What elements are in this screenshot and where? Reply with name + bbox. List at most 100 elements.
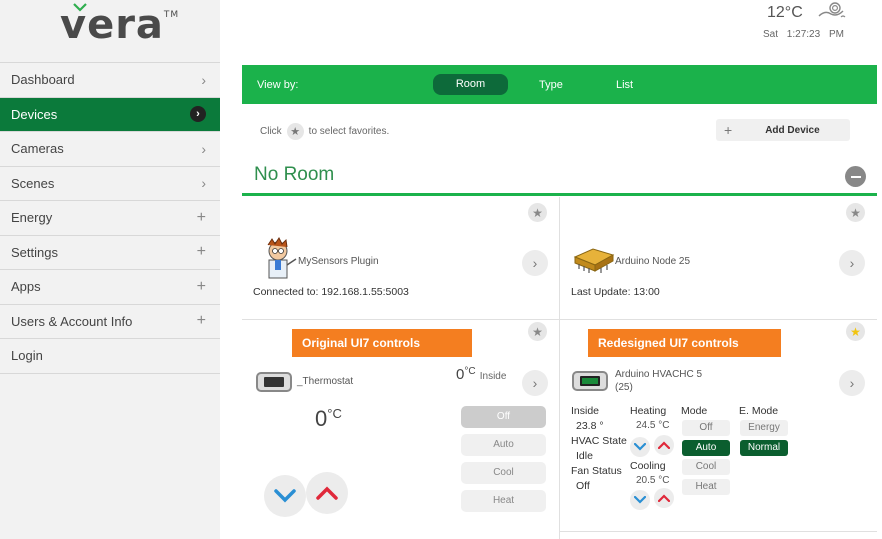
plus-icon: + bbox=[196, 312, 206, 330]
setpoint-unit: °C bbox=[327, 406, 342, 421]
favorite-star-icon[interactable]: ★ bbox=[528, 203, 547, 222]
chevron-down-icon bbox=[634, 496, 646, 504]
collapse-room-button[interactable] bbox=[845, 166, 866, 187]
heating-up-button[interactable] bbox=[654, 435, 674, 455]
device-details-button[interactable]: › bbox=[522, 370, 548, 396]
device-name: _Thermostat bbox=[297, 376, 354, 387]
device-meta: Connected to: 192.168.1.55:5003 bbox=[253, 286, 409, 298]
tab-type[interactable]: Type bbox=[539, 79, 563, 91]
setpoint-value: 0 bbox=[315, 406, 328, 431]
hvac-mode-auto-button[interactable]: Auto bbox=[682, 440, 730, 456]
tab-room[interactable]: Room bbox=[433, 74, 508, 95]
sidebar-menu: Dashboard › Devices › Cameras › Scenes › Ene… bbox=[0, 62, 220, 374]
inside-label: Inside bbox=[479, 371, 507, 382]
device-name: Arduino HVACHC 5 bbox=[615, 369, 703, 380]
trademark: TM bbox=[163, 10, 180, 20]
meta-label: Last Update: bbox=[571, 286, 631, 298]
device-name: Arduino Node 25 bbox=[615, 256, 691, 267]
minus-icon bbox=[850, 175, 861, 178]
sidebar-item-devices[interactable]: Devices › bbox=[0, 97, 220, 132]
plus-icon: + bbox=[196, 243, 206, 261]
chevron-right-icon: › bbox=[201, 175, 206, 192]
sidebar-item-label: Devices bbox=[11, 106, 58, 122]
inside-value: 23.8 ° bbox=[576, 420, 604, 432]
emode-label: E. Mode bbox=[739, 405, 779, 417]
device-details-button[interactable]: › bbox=[522, 250, 548, 276]
hvac-state-label: HVAC State bbox=[571, 435, 627, 447]
device-details-button[interactable]: › bbox=[839, 250, 865, 276]
mode-heat-button[interactable]: Heat bbox=[461, 490, 546, 512]
sidebar-item-cameras[interactable]: Cameras › bbox=[0, 132, 220, 167]
cooling-value: 20.5 °C bbox=[636, 475, 670, 486]
increase-setpoint-button[interactable] bbox=[306, 472, 348, 514]
emode-normal-button[interactable]: Normal bbox=[740, 440, 788, 456]
sidebar-item-label: Scenes bbox=[11, 175, 55, 191]
chevron-up-icon bbox=[658, 494, 670, 502]
sidebar-item-label: Login bbox=[11, 348, 43, 364]
sidebar-item-settings[interactable]: Settings + bbox=[0, 236, 220, 270]
sidebar-item-users-account-info[interactable]: Users & Account Info + bbox=[0, 305, 220, 339]
sidebar-item-scenes[interactable]: Scenes › bbox=[0, 167, 220, 201]
add-device-button[interactable]: + Add Device bbox=[716, 119, 850, 141]
sidebar-item-label: Settings bbox=[11, 244, 58, 260]
favorites-hint-after: to select favorites. bbox=[308, 126, 390, 137]
cloud-wind-icon bbox=[818, 2, 846, 18]
mode-label: Mode bbox=[681, 405, 708, 417]
tab-list[interactable]: List bbox=[616, 79, 633, 91]
device-card-hvac: Redesigned UI7 controls ★ Arduino HVACHC… bbox=[560, 320, 877, 532]
chevron-right-circle-icon: › bbox=[190, 106, 206, 123]
cooling-down-button[interactable] bbox=[630, 490, 650, 510]
room-divider bbox=[242, 193, 877, 196]
heating-down-button[interactable] bbox=[630, 437, 650, 457]
device-card-arduino-node: ★ Arduino Node 25 › Last Update: 13:00 bbox=[560, 197, 877, 320]
plus-icon: + bbox=[196, 277, 206, 295]
favorites-hint-before: Click bbox=[260, 126, 282, 137]
heating-value: 24.5 °C bbox=[636, 420, 670, 431]
decrease-setpoint-button[interactable] bbox=[264, 475, 306, 517]
sidebar-item-login[interactable]: Login bbox=[0, 339, 220, 374]
mode-off-button[interactable]: Off bbox=[461, 406, 546, 428]
redesigned-controls-banner: Redesigned UI7 controls bbox=[588, 329, 781, 357]
favorites-hint: Click ★ to select favorites. bbox=[260, 123, 389, 140]
hvac-mode-heat-button[interactable]: Heat bbox=[682, 479, 730, 495]
add-device-label: Add Device bbox=[765, 124, 820, 136]
device-details-button[interactable]: › bbox=[839, 370, 865, 396]
day-label: Sat bbox=[763, 29, 779, 40]
device-card-thermostat: Original UI7 controls ★ _Thermostat 0°C … bbox=[242, 320, 560, 539]
original-controls-banner: Original UI7 controls bbox=[292, 329, 472, 357]
meta-value: 192.168.1.55:5003 bbox=[321, 286, 409, 298]
hvac-mode-cool-button[interactable]: Cool bbox=[682, 459, 730, 475]
mode-auto-button[interactable]: Auto bbox=[461, 434, 546, 456]
cooling-up-button[interactable] bbox=[654, 488, 674, 508]
sidebar-item-label: Energy bbox=[11, 210, 53, 226]
view-by-bar: View by: Room Type List bbox=[242, 65, 877, 104]
hvac-state-value: Idle bbox=[576, 450, 593, 462]
chevron-down-icon bbox=[274, 489, 296, 503]
device-card-mysensors: ★ MySensors Plugin › Connected to: 192.1… bbox=[242, 197, 560, 320]
sidebar: veraTM Dashboard › Devices › Cameras › Scen… bbox=[0, 0, 220, 539]
fan-status-label: Fan Status bbox=[571, 465, 622, 477]
datetime: Sat 1:27:23 PM bbox=[763, 29, 844, 40]
emode-energy-button[interactable]: Energy bbox=[740, 420, 788, 436]
favorite-star-icon[interactable]: ★ bbox=[846, 322, 865, 341]
view-by-label: View by: bbox=[257, 78, 299, 91]
chevron-up-icon bbox=[658, 441, 670, 449]
logo-check-icon bbox=[73, 3, 87, 12]
plus-icon: + bbox=[724, 122, 733, 138]
hvac-mode-off-button[interactable]: Off bbox=[682, 420, 730, 436]
chevron-right-icon: › bbox=[201, 140, 206, 157]
sidebar-item-dashboard[interactable]: Dashboard › bbox=[0, 63, 220, 98]
sidebar-item-label: Apps bbox=[11, 279, 41, 295]
chevron-up-icon bbox=[316, 486, 338, 500]
meta-value: 13:00 bbox=[633, 286, 660, 298]
sidebar-item-energy[interactable]: Energy + bbox=[0, 201, 220, 236]
favorite-star-icon[interactable]: ★ bbox=[528, 322, 547, 341]
mode-cool-button[interactable]: Cool bbox=[461, 462, 546, 484]
sidebar-item-apps[interactable]: Apps + bbox=[0, 270, 220, 305]
star-icon: ★ bbox=[286, 123, 304, 140]
favorite-star-icon[interactable]: ★ bbox=[846, 203, 865, 222]
inside-temperature: 0°C Inside bbox=[456, 366, 506, 383]
device-meta: Last Update: 13:00 bbox=[571, 286, 660, 298]
thermostat-icon bbox=[572, 371, 608, 391]
plus-icon: + bbox=[196, 208, 206, 226]
